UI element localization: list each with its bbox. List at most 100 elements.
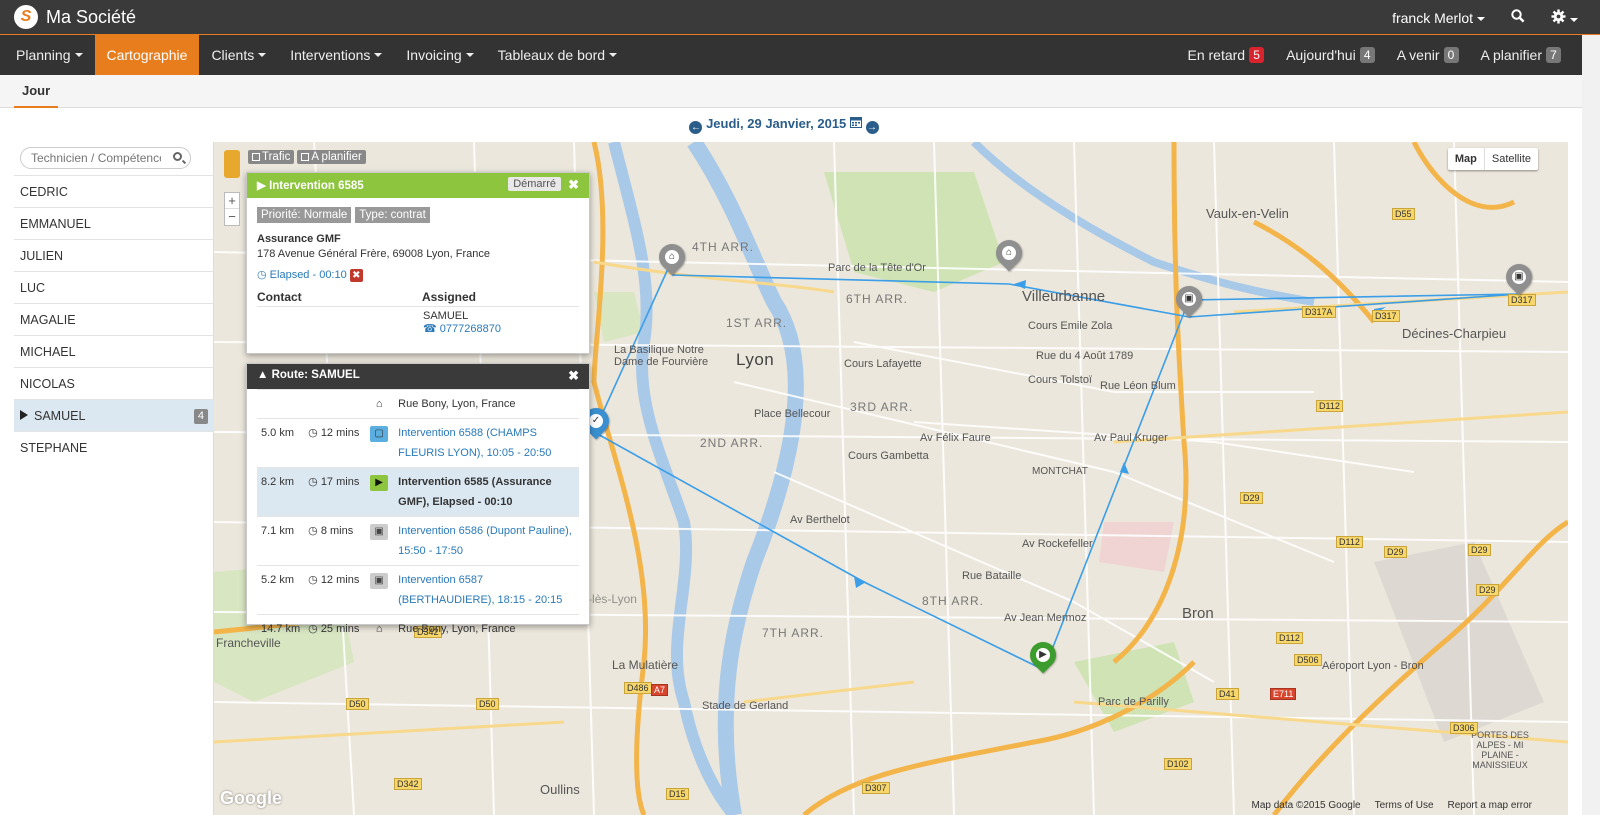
district-label-1: 1ST ARR. [726, 316, 788, 330]
nav-item-invoicing[interactable]: Invoicing [394, 35, 485, 75]
google-logo: Google [220, 788, 282, 808]
nav-item-interventions[interactable]: Interventions [278, 35, 394, 75]
status-filter-1[interactable]: Aujourd'hui 4 [1275, 35, 1386, 75]
intervention-title: Intervention 6585 [269, 180, 364, 192]
close-icon[interactable]: ✖ [568, 177, 579, 193]
street-label-felix-faure: Av Félix Faure [920, 432, 991, 444]
count-badge: 4 [1359, 47, 1375, 63]
map-type-toggle: Map Satellite [1447, 148, 1538, 170]
map-type-map[interactable]: Map [1448, 148, 1485, 170]
nav-item-planning[interactable]: Planning [4, 35, 95, 75]
contact-header: Contact [257, 290, 422, 307]
technician-item[interactable]: EMMANUEL [14, 207, 214, 239]
nav-item-clients[interactable]: Clients [199, 35, 278, 75]
city-label-mulatiere: La Mulatière [612, 658, 679, 672]
chevron-down-icon [74, 53, 83, 57]
prev-day-icon[interactable]: ← [689, 121, 703, 134]
route-row[interactable]: 7.1 km ◷ 8 mins ▣ Intervention 6586 (Dupont… [257, 516, 579, 566]
user-menu[interactable]: franck Merlot [1392, 10, 1485, 26]
street-label-emile-zola: Cours Emile Zola [1028, 320, 1113, 332]
road-badge: D342 [394, 778, 422, 790]
map-type-satellite[interactable]: Satellite [1485, 148, 1538, 170]
status-filter-0[interactable]: En retard 5 [1176, 35, 1275, 75]
technician-list: CEDRIC EMMANUEL JULIEN LUC MAGALIE MICHAEL NIC… [14, 175, 214, 463]
route-total-distance: 14.7 km [261, 623, 301, 635]
street-view-pegman-icon[interactable] [224, 150, 240, 178]
play-icon: ▶ [257, 180, 266, 192]
zoom-in-button[interactable]: + [225, 193, 239, 209]
count-badge: 7 [1546, 47, 1561, 63]
calendar-icon[interactable] [849, 116, 866, 131]
count-badge: 0 [1443, 47, 1459, 63]
route-popup-header: ▲ Route: SAMUEL ✖ [247, 364, 589, 389]
technician-search-input[interactable] [21, 148, 161, 168]
calendar-icon: ▣ [370, 573, 389, 589]
road-badge: D307 [862, 782, 890, 794]
technician-name: CEDRIC [20, 185, 68, 199]
gear-icon[interactable] [1551, 8, 1578, 27]
technician-item[interactable]: STEPHANE [14, 431, 214, 463]
brand[interactable]: S Ma Société [14, 5, 136, 29]
technician-name: MICHAEL [20, 345, 76, 359]
search-icon[interactable] [173, 152, 182, 161]
clock-icon: ◷ [257, 269, 267, 281]
zoom-out-button[interactable]: − [225, 209, 239, 225]
route-stop-text: Intervention 6586 (Dupont Pauline), 15:5… [398, 525, 572, 557]
close-icon[interactable]: ✖ [568, 368, 579, 384]
city-label-vaulx: Vaulx-en-Velin [1206, 206, 1289, 221]
assigned-phone[interactable]: ☎ 0777268870 [423, 322, 579, 335]
terms-link[interactable]: Terms of Use [1375, 800, 1434, 811]
road-badge: D50 [476, 698, 499, 710]
report-error-link[interactable]: Report a map error [1448, 800, 1532, 811]
zoom-control: + − [224, 192, 240, 226]
route-row[interactable]: ⌂ Rue Bony, Lyon, France [257, 389, 579, 419]
route-row[interactable]: 5.0 km ◷ 12 mins ▢ Intervention 6588 (CHAMP… [257, 418, 579, 468]
technician-item[interactable]: JULIEN [14, 239, 214, 271]
stop-icon[interactable]: ✖ [349, 269, 363, 282]
road-badge: D317 [1372, 310, 1400, 322]
technician-item[interactable]: MICHAEL [14, 335, 214, 367]
street-label-tolstoi: Cours Tolstoï [1028, 374, 1092, 386]
technician-item[interactable]: LUC [14, 271, 214, 303]
technician-item[interactable]: SAMUEL 4 [14, 399, 214, 431]
route-table: ⌂ Rue Bony, Lyon, France 5.0 km ◷ 12 mins ▢ I… [257, 389, 579, 643]
tab-jour[interactable]: Jour [14, 75, 59, 108]
nav-item-tableaux-de-bord[interactable]: Tableaux de bord [486, 35, 629, 75]
road-badge: D29 [1476, 584, 1499, 596]
nav-item-cartographie[interactable]: Cartographie [94, 35, 200, 75]
technician-item[interactable]: NICOLAS [14, 367, 214, 399]
priority-tag: Priorité: Normale [257, 207, 352, 223]
poi-label-aeroport: Aéroport Lyon - Bron [1322, 660, 1424, 672]
map-canvas[interactable]: Lyon Villeurbanne Vaulx-en-Velin Décines… [214, 142, 1568, 815]
technician-item[interactable]: CEDRIC [14, 175, 214, 207]
type-tag: Type: contrat [355, 207, 430, 223]
route-row[interactable]: 5.2 km ◷ 12 mins ▣ Intervention 6587 (BERTH… [257, 565, 579, 615]
technician-search [20, 147, 191, 169]
route-distance: 5.2 km [261, 574, 295, 586]
status-filter-3[interactable]: A planifier 7 [1470, 35, 1572, 75]
assigned-header: Assigned [421, 290, 579, 307]
route-stop-text: Intervention 6585 (Assurance GMF), Elaps… [398, 476, 552, 508]
district-label-2: 2ND ARR. [700, 436, 764, 450]
next-day-icon[interactable]: → [865, 121, 879, 134]
technician-item[interactable]: MAGALIE [14, 303, 214, 335]
route-popup: ▲ Route: SAMUEL ✖ ⌂ Rue Bony, Lyon, Franc… [246, 363, 590, 643]
area-label-portes-alpes: PORTES DES ALPES - MI PLAINE - MANISSIEU… [1471, 730, 1529, 770]
checkbox-icon [301, 153, 310, 161]
calendar-icon: ▣ [370, 524, 389, 540]
traffic-toggle[interactable]: Trafic [248, 150, 295, 164]
technician-name: LUC [20, 281, 46, 295]
route-title: Route: SAMUEL [271, 369, 360, 381]
page-scrollbar[interactable] [1582, 35, 1600, 815]
search-icon[interactable] [1511, 9, 1525, 26]
city-label-lyon: Lyon [736, 350, 775, 369]
technician-name: EMMANUEL [20, 217, 91, 231]
road-badge: D317 [1508, 294, 1536, 306]
route-row[interactable]: 8.2 km ◷ 17 mins ▶ Intervention 6585 (Assur… [257, 467, 579, 517]
road-badge: D29 [1240, 492, 1263, 504]
road-badge: D112 [1276, 632, 1303, 644]
technician-name: NICOLAS [20, 377, 75, 391]
to-plan-toggle[interactable]: A planifier [297, 150, 366, 164]
status-filter-2[interactable]: A venir 0 [1386, 35, 1470, 75]
route-row[interactable]: 14.7 km ◷ 25 mins ⌂ Rue Bony, Lyon, France [257, 614, 579, 643]
